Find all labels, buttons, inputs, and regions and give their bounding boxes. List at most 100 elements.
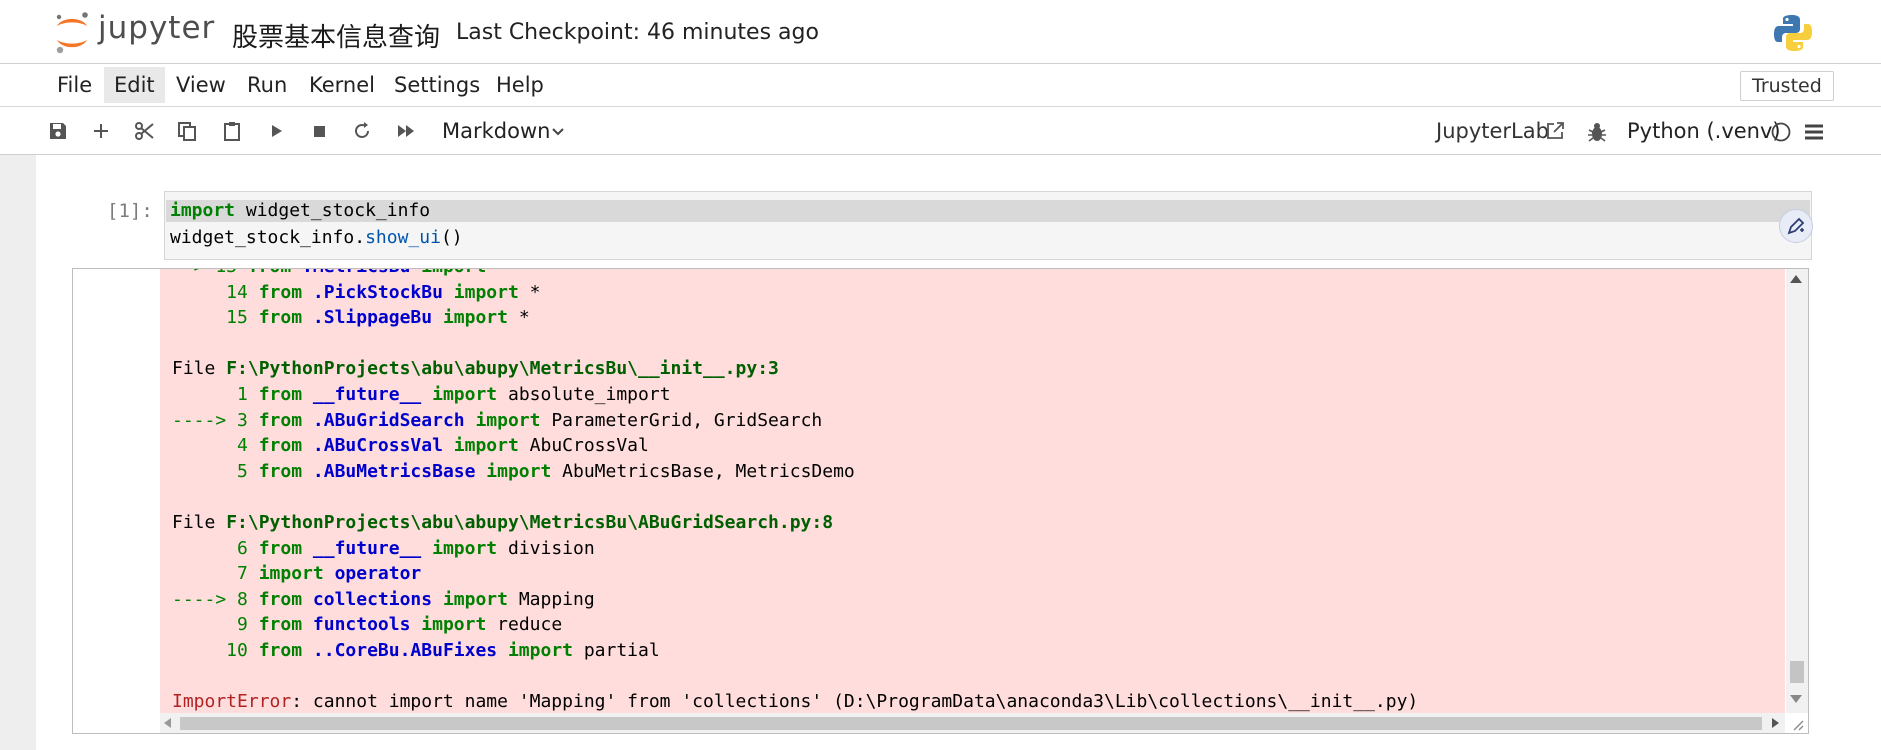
interrupt-button[interactable] (304, 116, 334, 146)
scrollbar-thumb[interactable] (180, 717, 1762, 730)
keyword: import (442, 588, 508, 610)
keyword: from (258, 435, 303, 457)
module-name: .MetricsBu (291, 269, 421, 277)
copy-button[interactable] (172, 116, 202, 146)
keyword: import (432, 383, 498, 405)
import-names: division (497, 537, 595, 559)
module-name: collections (302, 588, 443, 610)
menu-view[interactable]: View (166, 67, 236, 103)
keyword: import (421, 269, 486, 277)
keyword: import (258, 563, 324, 585)
menu-kernel[interactable]: Kernel (299, 67, 385, 103)
import-names: * (486, 269, 508, 277)
code-line-2: widget_stock_info.show_ui() (170, 227, 463, 248)
menu-run[interactable]: Run (237, 67, 297, 103)
traceback-line: --> 13 from .MetricsBu import * (172, 269, 1418, 280)
python-logo-icon (1774, 15, 1812, 51)
chevron-down-icon[interactable] (551, 125, 565, 139)
line-number: ----> 3 (172, 409, 259, 431)
keyword: from (258, 307, 303, 329)
scrollbar-thumb[interactable] (1790, 661, 1804, 683)
line-number: 4 (172, 435, 259, 457)
traceback-line: 15 from .SlippageBu import * (172, 305, 1418, 331)
cell-type-select[interactable]: Markdown (442, 116, 550, 146)
paste-button[interactable] (217, 116, 247, 146)
jupyter-logo-text: jupyter (98, 10, 216, 46)
traceback-line (172, 484, 1418, 510)
code-cell-input[interactable]: import widget_stock_info widget_stock_in… (164, 191, 1812, 260)
line-number: 10 (172, 639, 259, 661)
add-cell-button[interactable] (86, 116, 116, 146)
last-checkpoint-status: Last Checkpoint: 46 minutes ago (456, 20, 819, 45)
traceback-line (172, 664, 1418, 690)
open-jupyterlab-link[interactable]: JupyterLab (1436, 116, 1549, 146)
keyword: import (421, 614, 487, 636)
menu-help[interactable]: Help (486, 67, 554, 103)
save-button[interactable] (43, 116, 73, 146)
module-name: __future__ (302, 383, 433, 405)
cell-output-area[interactable]: --> 13 from .MetricsBu import * 14 from … (72, 268, 1809, 734)
kernel-name[interactable]: Python (.venv) (1627, 116, 1781, 146)
run-all-button[interactable] (391, 116, 421, 146)
run-button[interactable] (261, 116, 291, 146)
scroll-left-arrow-icon[interactable] (164, 718, 171, 728)
file-path: F:\PythonProjects\abu\abupy\MetricsBu\__… (226, 358, 779, 380)
menu-file[interactable]: File (47, 67, 102, 103)
bug-icon[interactable] (1587, 121, 1607, 143)
code-line-1: import widget_stock_info (170, 200, 430, 221)
menu-edit[interactable]: Edit (104, 67, 165, 103)
horizontal-scrollbar[interactable] (160, 713, 1785, 733)
module-name: __future__ (302, 537, 433, 559)
traceback-line: File F:\PythonProjects\abu\abupy\Metrics… (172, 510, 1418, 536)
keyword: from (258, 281, 303, 303)
code-text: widget_stock_info. (170, 227, 366, 248)
keyword: from (258, 383, 303, 405)
traceback-line: 1 from __future__ import absolute_import (172, 382, 1418, 408)
traceback-line: 10 from ..CoreBu.ABuFixes import partial (172, 638, 1418, 664)
keyword: import (432, 537, 498, 559)
restart-button[interactable] (347, 116, 377, 146)
resize-grip-icon[interactable] (1788, 715, 1804, 731)
keyword: from (258, 588, 303, 610)
scroll-up-arrow-icon[interactable] (1790, 275, 1802, 283)
line-number: 6 (172, 537, 259, 559)
line-number: --> 13 (172, 269, 248, 277)
scroll-right-arrow-icon[interactable] (1772, 718, 1779, 728)
cut-button[interactable] (130, 116, 160, 146)
keyword: from (258, 614, 303, 636)
trusted-indicator[interactable]: Trusted (1740, 71, 1834, 101)
module-name: ..CoreBu.ABuFixes (302, 639, 508, 661)
menu-settings[interactable]: Settings (384, 67, 490, 103)
line-number: 15 (172, 307, 259, 329)
save-icon (50, 123, 66, 139)
traceback-text: --> 13 from .MetricsBu import * 14 from … (172, 269, 1418, 713)
keyword: import (507, 639, 573, 661)
edit-pen-icon[interactable] (1779, 209, 1813, 243)
module-name: operator (323, 563, 422, 585)
external-link-icon[interactable] (1545, 121, 1565, 141)
hamburger-menu-icon[interactable] (1803, 121, 1825, 143)
module-name: .ABuGridSearch (302, 409, 476, 431)
import-names: ParameterGrid, GridSearch (540, 409, 823, 431)
keyword: import (486, 460, 552, 482)
traceback-line: ----> 8 from collections import Mapping (172, 587, 1418, 613)
line-number: 14 (172, 281, 259, 303)
keyword: import (475, 409, 541, 431)
traceback-line: 7 import operator (172, 561, 1418, 587)
file-label: File (172, 358, 227, 380)
vertical-scrollbar[interactable] (1786, 269, 1808, 713)
traceback-line: 14 from .PickStockBu import * (172, 280, 1418, 306)
error-message: : cannot import name 'Mapping' from 'col… (291, 691, 1419, 713)
traceback-line: 6 from __future__ import division (172, 536, 1418, 562)
error-name: ImportError (172, 691, 292, 713)
scroll-down-arrow-icon[interactable] (1790, 695, 1802, 703)
traceback-line: 9 from functools import reduce (172, 612, 1418, 638)
notebook-title[interactable]: 股票基本信息查询 (232, 17, 440, 54)
module-name: .ABuMetricsBase (302, 460, 487, 482)
module-name: .PickStockBu (302, 281, 454, 303)
traceback-line: ImportError: cannot import name 'Mapping… (172, 689, 1418, 713)
file-label: File (172, 511, 227, 533)
run-icon (272, 125, 282, 137)
jupyter-logo-icon[interactable] (52, 10, 92, 56)
module-name: functools (302, 614, 422, 636)
